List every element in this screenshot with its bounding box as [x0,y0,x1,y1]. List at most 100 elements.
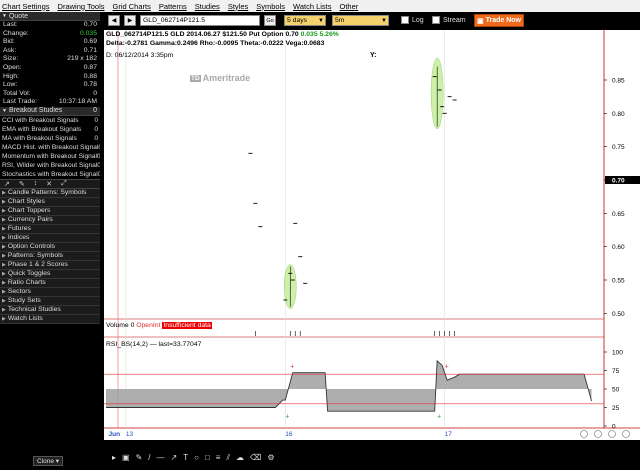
rsi-tick-label: 100 [612,350,623,357]
gear-icon[interactable]: ⚙ [267,453,274,463]
volume-label: Volume 0 OpenInt Insufficient data [106,322,212,329]
quote-row: Last: 0.70 [0,21,100,30]
collapsed-section[interactable]: ▶ Option Controls [0,242,100,252]
quote-label: Open: [3,63,22,71]
price-tick-label: 0.80 [612,111,625,118]
quote-value: 0.035 [79,29,97,37]
study-count: 0 [94,125,98,133]
clone-button[interactable]: Clone ▾ [33,456,63,466]
circle-icon[interactable]: ○ [194,453,199,463]
quote-label: Last: [3,21,18,28]
collapsed-section[interactable]: ▶ Indices [0,233,100,243]
collapsed-section[interactable]: ▶ Futures [0,224,100,234]
symbol-input[interactable]: GLD_062714P121.5 [140,15,260,26]
interval-select[interactable]: 5m ▼ [332,15,389,26]
quote-header[interactable]: ▼ Quote [0,12,100,21]
hline-icon[interactable]: — [157,453,165,463]
collapsed-sections: ▶ Candle Patterns: Symbols ▶ Chart Styles ▶ C… [0,188,100,324]
expand-arrow-icon[interactable]: ▸ [112,453,116,463]
chart-area[interactable]: 0.850.800.750.700.650.600.550.500.701007… [104,30,640,440]
study-name: RSI, Wilder with Breakout Signal [2,161,98,169]
quote-label: Size: [3,55,19,63]
signal-marker: + [290,363,294,370]
collapsed-section[interactable]: ▶ Ratio Charts [0,278,100,288]
expand-triangle-icon: ▶ [2,315,6,322]
collapsed-section[interactable]: ▶ Patterns: Symbols [0,251,100,261]
edit-icon[interactable]: ✎ [19,180,25,188]
stream-checkbox[interactable] [432,16,440,24]
price-tick-label: 0.50 [612,311,625,318]
study-item[interactable]: MACD Hist. with Breakout Signal0 [0,143,100,152]
menu-item[interactable]: Styles [228,2,248,11]
expand-triangle-icon: ▶ [2,216,6,223]
fib-icon[interactable]: ≡ [216,453,221,463]
quote-value: 219 x 182 [67,55,97,63]
section-label: Chart Styles [7,198,45,206]
go-button[interactable]: Go [264,15,276,26]
quote-value: 0.78 [83,81,97,89]
study-item[interactable]: CCI with Breakout Signals 0 [0,116,100,125]
collapsed-section[interactable]: ▶ Study Sets [0,296,100,306]
period-select[interactable]: 5 days ▼ [284,15,326,26]
study-item[interactable]: MA with Breakout Signals 0 [0,134,100,143]
menu-item[interactable]: Other [340,2,359,11]
scroll-icon[interactable] [622,430,630,438]
collapsed-section[interactable]: ▶ Phase 1 & 2 Scores [0,260,100,270]
collapsed-section[interactable]: ▶ Technical Studies [0,305,100,315]
back-arrow-icon[interactable]: ◀ [108,15,120,26]
text-icon[interactable]: T [183,453,188,463]
study-count: 0 [96,152,100,160]
forward-arrow-icon[interactable]: ▶ [124,15,136,26]
menu-item[interactable]: Watch Lists [293,2,331,11]
study-item[interactable]: Momentum with Breakout Signal 0 [0,152,100,161]
settings-icon[interactable] [608,430,616,438]
channel-icon[interactable]: ⫽ [226,453,230,463]
ray-icon[interactable]: ↗ [171,453,178,463]
pencil-icon[interactable]: ✎ [136,453,143,463]
menu-item[interactable]: Studies [195,2,220,11]
delete-icon[interactable]: ✕ [46,180,52,188]
study-item[interactable]: EMA with Breakout Signals 0 [0,125,100,134]
cursor-icon[interactable]: ▣ [122,453,130,463]
speech-icon[interactable]: ☁ [236,453,244,463]
move-icon[interactable]: ↕ [34,180,38,187]
collapsed-section[interactable]: ▶ Chart Toppers [0,206,100,216]
menu-item[interactable]: Drawing Tools [58,2,105,11]
study-item[interactable]: RSI, Wilder with Breakout Signal 0 [0,161,100,170]
trade-now-button[interactable]: ▣ Trade Now [474,14,524,27]
quote-row: High: 0.88 [0,73,100,82]
expand-triangle-icon: ▶ [2,252,6,259]
breakout-list: CCI with Breakout Signals 0 EMA with Break… [0,116,100,179]
zoom-in-icon[interactable] [594,430,602,438]
quote-value: 0.70 [83,21,97,28]
quote-label: Low: [3,81,18,89]
collapsed-section[interactable]: ▶ Chart Styles [0,197,100,207]
tdameritrade-logo: TD Ameritrade [190,73,251,83]
rsi-label: RSI_BS(14,2) — last=33.77047 [106,341,202,348]
menu-item[interactable]: Chart Settings [2,2,50,11]
collapsed-section[interactable]: ▶ Watch Lists [0,314,100,324]
chart-svg[interactable]: 0.850.800.750.700.650.600.550.500.701007… [104,30,640,440]
collapsed-section[interactable]: ▶ Currency Pairs [0,215,100,225]
quote-row: Total Vol: 0 [0,90,100,99]
menu-item[interactable]: Grid Charts [113,2,151,11]
menu-item[interactable]: Patterns [159,2,187,11]
rsi-tick-label: 75 [612,368,620,375]
menu-item[interactable]: Symbols [256,2,285,11]
breakout-header[interactable]: ▼ Breakout Studies 0 [0,106,100,116]
price-tick-label: 0.60 [612,244,625,251]
log-checkbox[interactable] [401,16,409,24]
collapsed-section[interactable]: ▶ Sectors [0,287,100,297]
expand-triangle-icon: ▶ [2,270,6,277]
collapsed-section[interactable]: ▶ Quick Toggles [0,269,100,279]
study-count: 0 [94,134,98,142]
section-label: Option Controls [7,243,56,251]
collapsed-section[interactable]: ▶ Candle Patterns: Symbols [0,188,100,198]
study-item[interactable]: Stochastics with Breakout Signal 0 [0,170,100,179]
expand-icon[interactable]: ⤢ [61,180,67,188]
rect-icon[interactable]: □ [205,453,210,463]
zoom-out-icon[interactable] [580,430,588,438]
add-icon[interactable]: ↗ [4,180,10,188]
delete-drawing-icon[interactable]: ⌫ [250,453,261,463]
line-icon[interactable]: / [148,453,150,463]
